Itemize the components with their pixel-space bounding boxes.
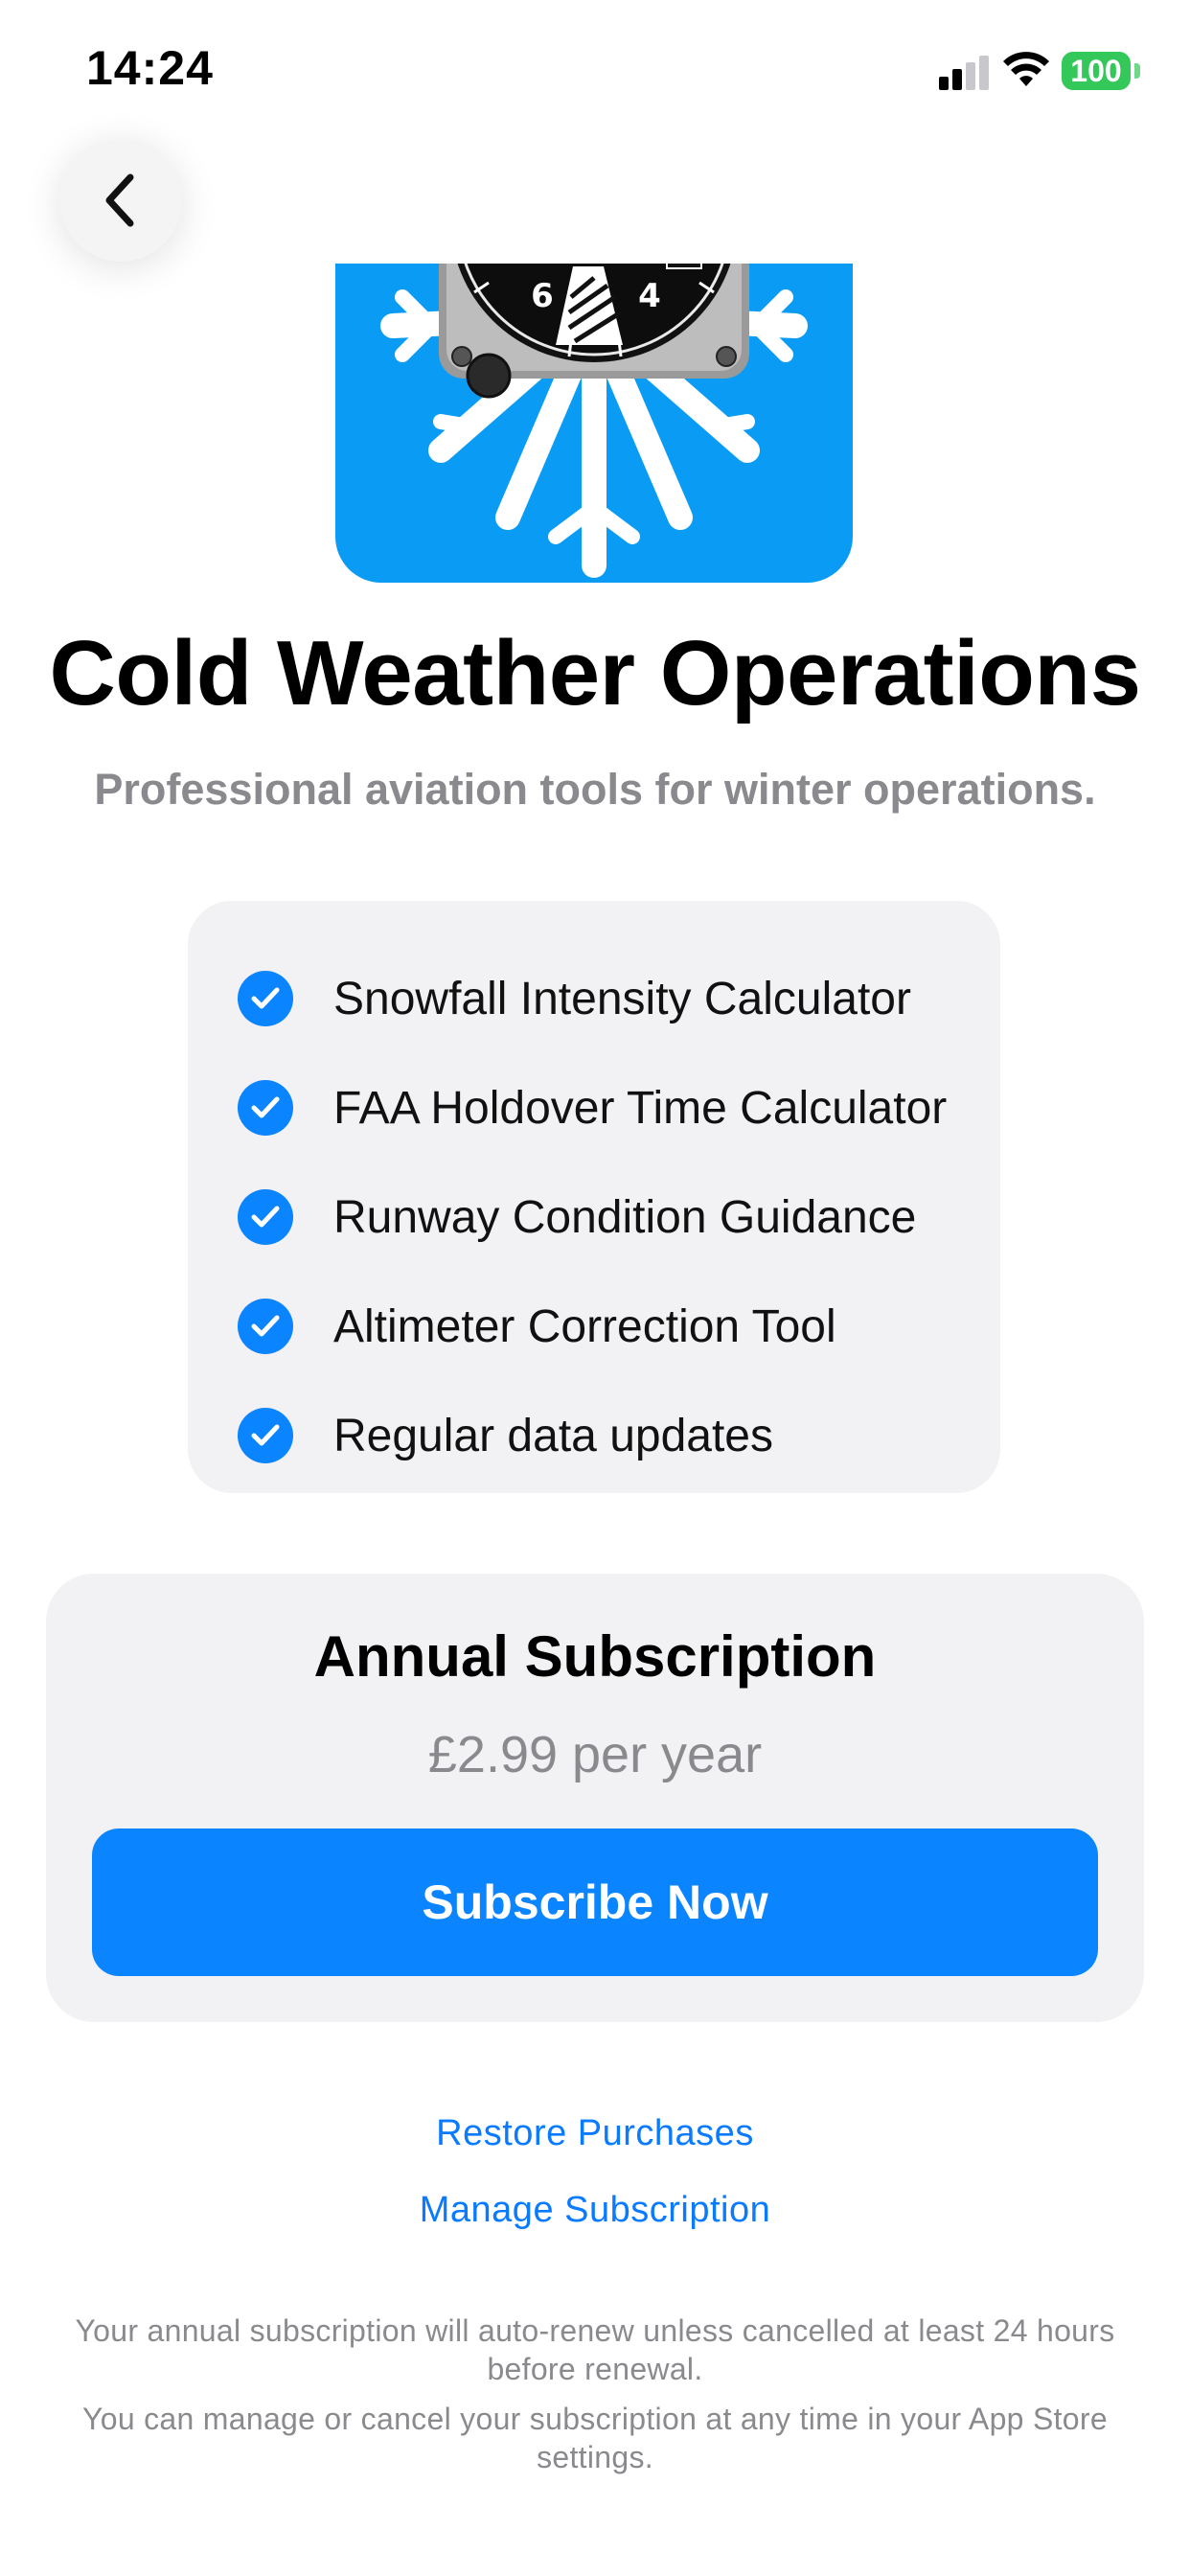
subscription-title: Annual Subscription — [313, 1624, 877, 1689]
header-background — [192, 144, 1190, 264]
svg-text:6: 6 — [531, 277, 554, 315]
feature-label: Regular data updates — [333, 1410, 773, 1461]
feature-label: FAA Holdover Time Calculator — [333, 1082, 948, 1134]
checkmark-icon — [238, 1080, 293, 1136]
back-button[interactable] — [59, 139, 182, 262]
restore-purchases-link[interactable]: Restore Purchases — [0, 2113, 1190, 2154]
subscription-price: £2.99 per year — [427, 1726, 763, 1783]
checkmark-icon — [238, 1189, 293, 1245]
page-subtitle: Professional aviation tools for winter o… — [94, 765, 1096, 814]
renewal-notice: Your annual subscription will auto-renew… — [75, 2313, 1115, 2386]
svg-text:4: 4 — [638, 277, 661, 315]
page-title: Cold Weather Operations — [49, 622, 1141, 724]
feature-item: Altimeter Correction Tool — [238, 1288, 836, 1365]
chevron-left-icon — [105, 173, 134, 227]
feature-item: Regular data updates — [238, 1397, 773, 1474]
wifi-icon — [1003, 52, 1049, 86]
feature-label: Snowfall Intensity Calculator — [333, 973, 911, 1024]
checkmark-icon — [238, 971, 293, 1026]
feature-item: Runway Condition Guidance — [238, 1179, 916, 1255]
status-time: 14:24 — [86, 41, 214, 95]
feature-label: Altimeter Correction Tool — [333, 1300, 836, 1352]
checkmark-icon — [238, 1299, 293, 1354]
feature-item: FAA Holdover Time Calculator — [238, 1070, 947, 1146]
manage-subscription-link[interactable]: Manage Subscription — [0, 2190, 1190, 2231]
cellular-signal-icon — [939, 56, 989, 90]
feature-item: Snowfall Intensity Calculator — [238, 960, 911, 1037]
feature-list: Snowfall Intensity Calculator FAA Holdov… — [188, 901, 1000, 1493]
battery-nub — [1134, 63, 1140, 79]
status-bar: 14:24 100 — [0, 0, 1190, 144]
manage-notice: You can manage or cancel your subscripti… — [82, 2402, 1108, 2474]
feature-label: Runway Condition Guidance — [333, 1191, 917, 1243]
battery-icon: 100 — [1062, 52, 1131, 90]
subscribe-button[interactable]: Subscribe Now — [92, 1828, 1098, 1976]
subscription-card: Annual Subscription £2.99 per year Subsc… — [46, 1574, 1144, 2022]
checkmark-icon — [238, 1408, 293, 1463]
